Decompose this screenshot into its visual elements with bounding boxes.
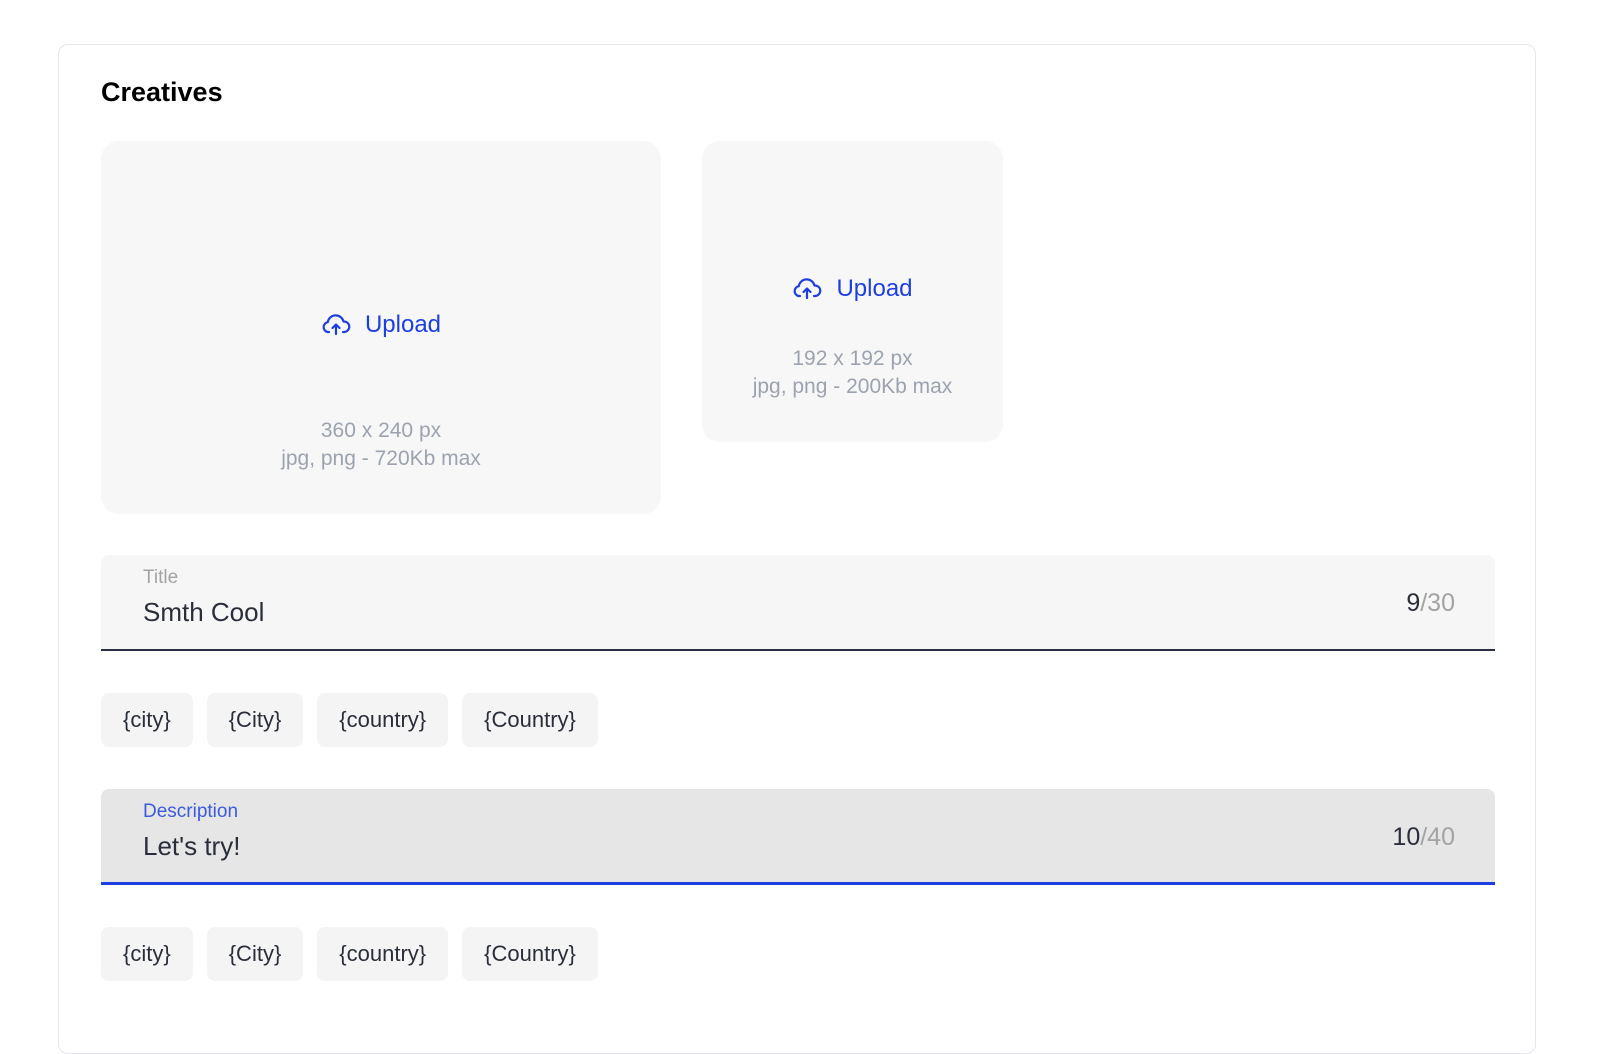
cloud-upload-icon [322, 314, 351, 336]
chip-city-upper[interactable]: {City} [206, 927, 304, 981]
upload-button[interactable]: Upload [101, 311, 661, 339]
title-char-max: /30 [1420, 589, 1455, 617]
cloud-upload-icon [794, 278, 822, 300]
description-variable-chips: {city} {City} {country} {Country} [101, 927, 598, 981]
upload-label: Upload [364, 311, 442, 338]
section-title: Creatives [101, 77, 223, 107]
upload-dimensions: 360 x 240 px [320, 419, 442, 442]
title-char-count: 9 [1406, 589, 1421, 617]
description-label: Description [143, 801, 239, 822]
creatives-card: Creatives Upload 360 x 240 px jpg, png -… [58, 44, 1536, 1054]
description-input[interactable]: Let's try! [143, 831, 240, 862]
description-char-max: /40 [1420, 823, 1455, 851]
description-char-counter: 10/40 [1392, 823, 1455, 852]
title-variable-chips: {city} {City} {country} {Country} [101, 693, 598, 747]
description-field[interactable]: Description Let's try! 10/40 [101, 789, 1495, 885]
upload-dropzone-large[interactable]: Upload 360 x 240 px jpg, png - 720Kb max [101, 141, 661, 514]
chip-country-lower[interactable]: {country} [317, 693, 449, 747]
chip-country-upper[interactable]: {Country} [462, 693, 598, 747]
chip-city-lower[interactable]: {city} [101, 693, 193, 747]
title-label: Title [143, 567, 179, 588]
title-input[interactable]: Smth Cool [143, 597, 264, 628]
upload-label: Upload [836, 275, 913, 302]
upload-requirements: 360 x 240 px jpg, png - 720Kb max [101, 417, 661, 473]
chip-city-lower[interactable]: {city} [101, 927, 193, 981]
upload-button[interactable]: Upload [702, 275, 1003, 303]
title-char-counter: 9/30 [1406, 589, 1455, 618]
upload-dimensions: 192 x 192 px [792, 347, 913, 370]
description-char-count: 10 [1392, 823, 1421, 851]
chip-country-lower[interactable]: {country} [317, 927, 449, 981]
chip-country-upper[interactable]: {Country} [462, 927, 598, 981]
chip-city-upper[interactable]: {City} [206, 693, 304, 747]
upload-dropzone-small[interactable]: Upload 192 x 192 px jpg, png - 200Kb max [702, 141, 1003, 442]
title-field[interactable]: Title Smth Cool 9/30 [101, 555, 1495, 651]
upload-requirements: 192 x 192 px jpg, png - 200Kb max [702, 345, 1003, 401]
upload-formats: jpg, png - 200Kb max [752, 375, 953, 398]
upload-formats: jpg, png - 720Kb max [281, 447, 481, 470]
